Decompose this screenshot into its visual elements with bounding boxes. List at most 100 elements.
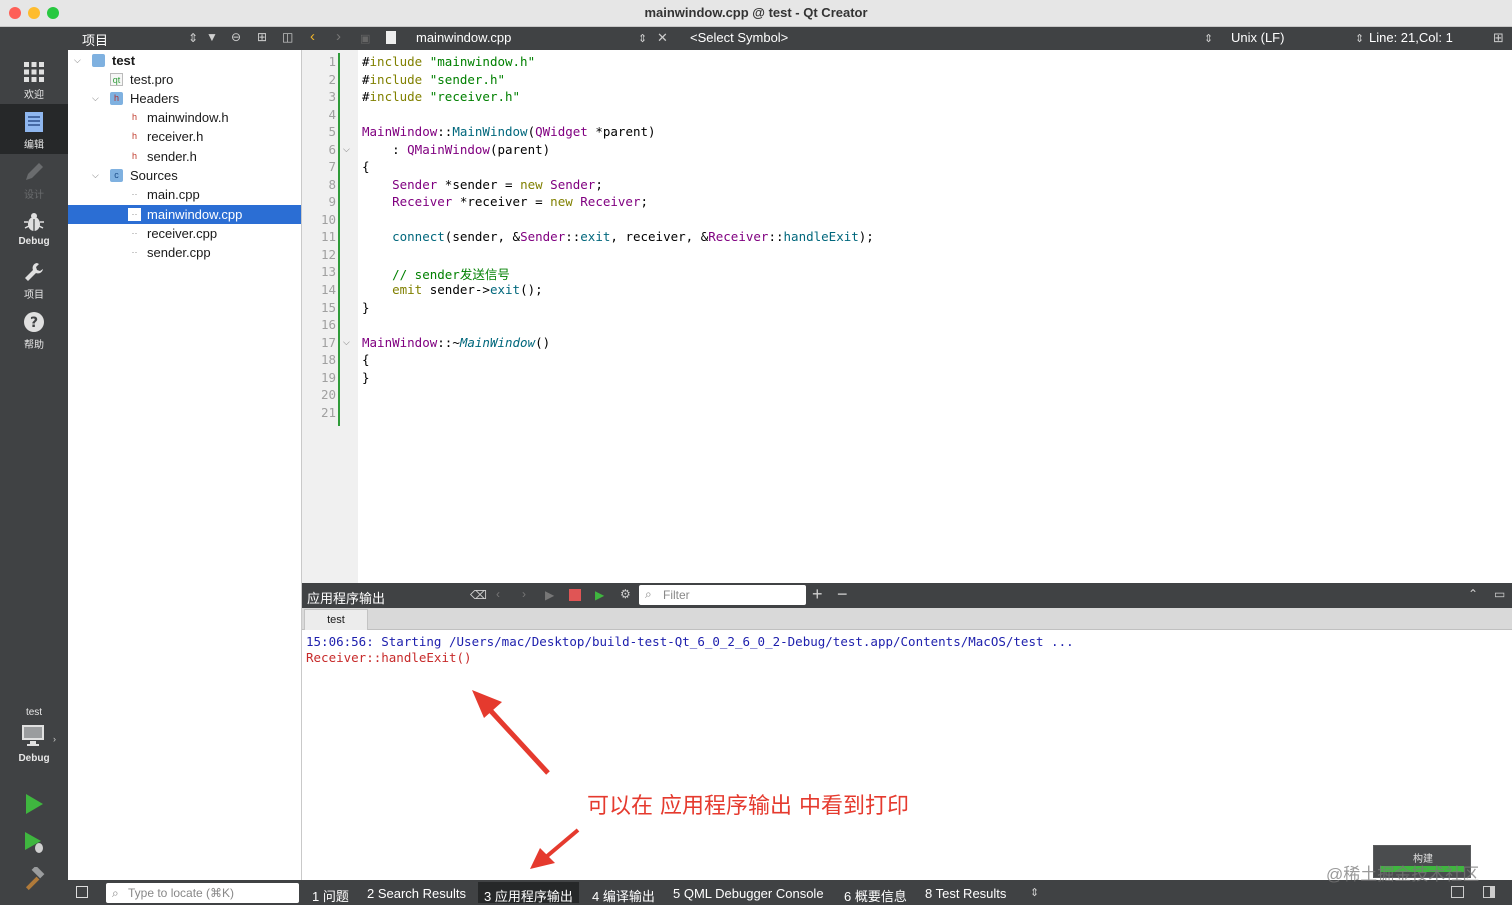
code-line: : QMainWindow(parent) [362,142,551,157]
mode-help[interactable]: ? 帮助 [0,304,68,354]
output-tab-bar [302,608,1512,630]
locator-input[interactable]: ⌕ Type to locate (⌘K) [106,883,299,903]
tree-item-sender-h[interactable]: h sender.h [68,147,301,166]
output-tab-test[interactable]: test [304,609,368,630]
output-pane-title: 应用程序输出 [307,591,386,606]
mode-label: 项目 [24,290,44,301]
change-marker [338,53,340,426]
header-file-icon: h [131,131,137,141]
updown-icon[interactable]: ⇕ [1204,32,1213,45]
kit-selector[interactable]: › Debug [0,722,68,770]
line-number: 16 [320,317,336,332]
filter-input[interactable]: ⌕ Filter [639,585,806,605]
attach-debugger-icon[interactable]: ▶ [595,588,604,602]
debug-run-button[interactable] [22,830,46,854]
mode-label: 设计 [24,190,44,201]
tree-item-test[interactable]: ⌵ test [68,51,301,70]
tree-item-receiver-h[interactable]: h receiver.h [68,127,301,146]
tree-item-sources[interactable]: ⌵ c Sources [68,166,301,185]
fold-marker-icon[interactable]: ⌵ [343,337,350,348]
mode-edit[interactable]: 编辑 [0,104,68,154]
tree-item-test-pro[interactable]: qt test.pro [68,70,301,89]
clear-output-icon[interactable]: ⌫ [470,588,487,602]
lock-icon: ▣ [360,33,371,45]
mode-welcome[interactable]: 欢迎 [0,54,68,104]
output-tab-search-results[interactable]: 2 Search Results [367,886,466,901]
code-line: connect(sender, &Sender::exit, receiver,… [392,229,874,244]
tree-item-sender-cpp[interactable]: ·· sender.cpp [68,243,301,262]
settings-gear-icon[interactable]: ⚙ [620,587,631,601]
rerun-icon[interactable]: ▶ [545,588,554,602]
build-button[interactable] [22,865,46,891]
svg-text:?: ? [30,315,38,331]
code-line: #include "mainwindow.h" [362,54,536,69]
debug-play-icon [25,832,43,853]
line-number: 9 [328,194,336,209]
tree-item-headers[interactable]: ⌵ h Headers [68,89,301,108]
line-number: 18 [320,352,336,367]
close-pane-icon[interactable]: ▭ [1494,587,1505,601]
prev-icon[interactable]: ‹ [496,587,500,601]
close-document-icon[interactable]: ✕ [657,30,668,46]
zoom-out-icon[interactable]: − [837,584,848,605]
wrench-icon [25,263,43,281]
split-editor-icon[interactable]: ⊞ [1493,30,1504,46]
line-number: 10 [320,212,336,227]
updown-icon[interactable]: ⇕ [1030,886,1039,899]
open-file-selector[interactable]: mainwindow.cpp [416,30,511,45]
chevron-down-icon: ⌵ [74,55,81,65]
split-icon[interactable]: ⊞ [257,30,267,44]
line-number: 6 [328,142,336,157]
fold-marker-icon[interactable]: ⌵ [343,144,350,155]
cpp-file-icon: ·· [131,228,138,238]
code-line: } [362,370,370,385]
output-tab-app-output[interactable]: 3 应用程序输出 [484,886,573,905]
project-pane-title: 项目 [82,33,109,48]
line-number: 5 [328,124,336,139]
forward-arrow-icon[interactable]: › [336,28,341,45]
chevron-right-icon: › [53,734,56,744]
tree-item-receiver-cpp[interactable]: ·· receiver.cpp [68,224,301,243]
stop-icon[interactable] [569,589,581,601]
back-arrow-icon[interactable]: ‹ [310,28,315,45]
output-line-handle-exit: Receiver::handleExit() [306,650,472,665]
output-line-starting: 15:06:56: Starting /Users/mac/Desktop/bu… [306,634,1074,649]
tree-item-mainwindow-h[interactable]: h mainwindow.h [68,108,301,127]
annotation-text: 可以在 应用程序输出 中看到打印 [587,794,909,819]
mode-design[interactable]: 设计 [0,154,68,204]
updown-icon[interactable]: ⇕ [188,31,198,45]
line-number: 7 [328,159,336,174]
output-tab-compile-output[interactable]: 4 编译输出 [592,886,655,905]
mode-projects[interactable]: 项目 [0,254,68,304]
tree-item-main-cpp[interactable]: ·· main.cpp [68,185,301,204]
code-line: } [362,300,370,315]
filter-icon[interactable]: ▼ [206,30,218,44]
output-tab-issues[interactable]: 1 问题 [312,886,349,905]
code-line: { [362,352,370,367]
toggle-sidebar-icon[interactable] [76,886,88,898]
mode-debug[interactable]: Debug [0,204,68,254]
code-line: emit sender->exit(); [392,282,543,297]
updown-icon[interactable]: ⇕ [638,32,647,45]
cursor-position[interactable]: Line: 21,Col: 1 [1369,30,1453,45]
sources-folder-icon: c [110,169,123,182]
output-tab-general-messages[interactable]: 6 概要信息 [844,886,907,905]
zoom-in-icon[interactable]: + [812,584,823,605]
updown-icon[interactable]: ⇕ [1355,32,1364,45]
run-button[interactable] [22,792,46,816]
line-ending-selector[interactable]: Unix (LF) [1231,30,1284,45]
progress-toggle-icon[interactable] [1451,886,1464,898]
line-number: 19 [320,370,336,385]
maximize-pane-icon[interactable]: ⌃ [1468,587,1478,601]
symbol-selector[interactable]: <Select Symbol> [690,30,788,45]
next-icon[interactable]: › [522,587,526,601]
output-tab-qml-debugger[interactable]: 5 QML Debugger Console [673,886,824,901]
mode-bar: 欢迎 编辑 设计 Debug 项目 ? 帮助 test › Debug [0,27,68,905]
close-pane-icon[interactable]: ◫ [282,30,293,44]
toggle-right-sidebar-icon[interactable] [1483,886,1495,898]
link-icon[interactable]: ⊖ [231,30,241,44]
output-text-area[interactable] [302,630,1512,880]
output-tab-test-results[interactable]: 8 Test Results [925,886,1006,901]
code-line: MainWindow::~MainWindow() [362,335,551,350]
tree-item-mainwindow-cpp[interactable]: ·· mainwindow.cpp [68,205,301,224]
